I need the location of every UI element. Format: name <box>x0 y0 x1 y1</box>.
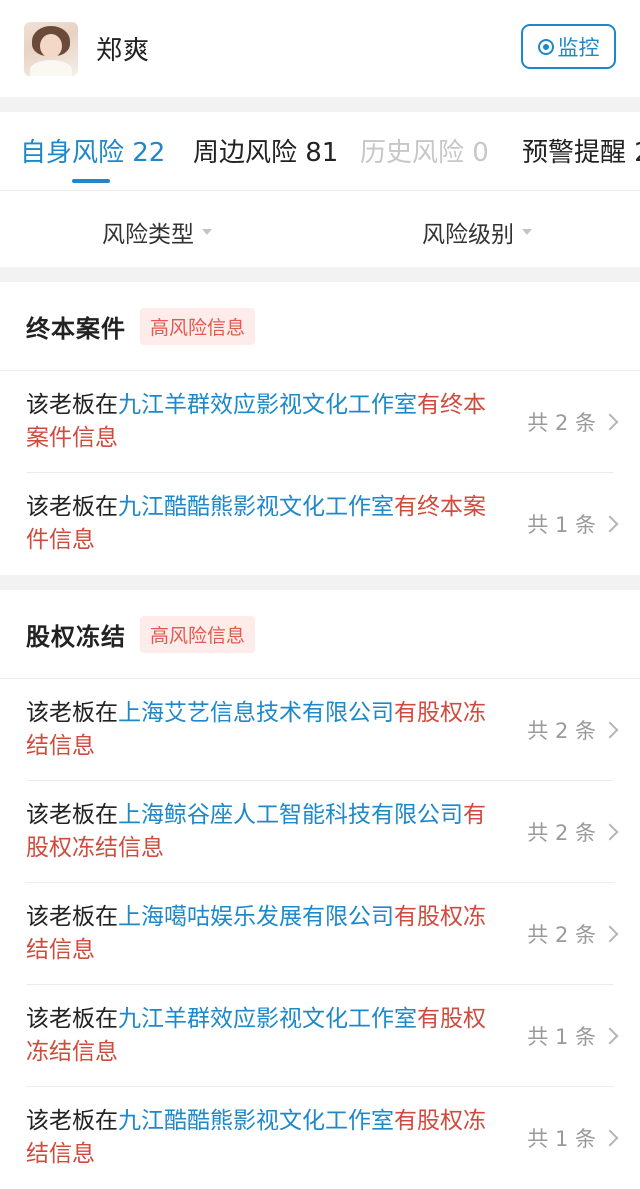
filter-bar: 风险类型 风险级别 <box>0 191 640 267</box>
company-link[interactable]: 九江羊群效应影视文化工作室 <box>118 1006 417 1032</box>
risk-description: 该老板在九江酷酷熊影视文化工作室有股权冻结信息 <box>26 1108 486 1167</box>
risk-tabs: 自身风险 22 周边风险 81 历史风险 0 预警提醒 2 <box>0 112 640 191</box>
chevron-right-icon <box>601 925 619 943</box>
record-count: 共 2 条 <box>527 919 619 949</box>
section-title: 终本案件 <box>26 314 126 343</box>
company-link[interactable]: 九江羊群效应影视文化工作室 <box>118 392 417 418</box>
record-count: 共 2 条 <box>527 715 619 745</box>
chevron-right-icon <box>601 1129 619 1147</box>
risk-description: 该老板在上海噶咕娱乐发展有限公司有股权冻结信息 <box>26 904 486 963</box>
company-link[interactable]: 九江酷酷熊影视文化工作室 <box>118 1108 394 1134</box>
section-title: 股权冻结 <box>26 622 126 651</box>
high-risk-badge: 高风险信息 <box>140 307 256 345</box>
chevron-right-icon <box>601 1027 619 1045</box>
list-item[interactable]: 该老板在九江酷酷熊影视文化工作室有股权冻结信息 共 1 条 <box>0 1087 640 1189</box>
profile-header: 郑爽 监控 <box>0 0 640 97</box>
section-gap <box>0 97 640 112</box>
tab-history-risk[interactable]: 历史风险 0 <box>360 132 489 169</box>
risk-description: 该老板在上海艾艺信息技术有限公司有股权冻结信息 <box>26 700 486 759</box>
risk-description: 该老板在九江羊群效应影视文化工作室有股权冻结信息 <box>26 1006 486 1065</box>
risk-description: 该老板在九江羊群效应影视文化工作室有终本案件信息 <box>26 392 486 451</box>
monitor-button[interactable]: 监控 <box>521 24 616 69</box>
risk-description: 该老板在上海鲸谷座人工智能科技有限公司有股权冻结信息 <box>26 802 486 861</box>
record-count: 共 2 条 <box>527 817 619 847</box>
tab-warning[interactable]: 预警提醒 2 <box>522 132 640 169</box>
company-link[interactable]: 上海鲸谷座人工智能科技有限公司 <box>118 802 463 828</box>
caret-down-icon <box>522 229 532 235</box>
chevron-right-icon <box>601 721 619 739</box>
section-header-final-case: 终本案件 高风险信息 <box>0 282 640 371</box>
company-link[interactable]: 九江酷酷熊影视文化工作室 <box>118 494 394 520</box>
section-gap <box>0 267 640 282</box>
list-item[interactable]: 该老板在上海噶咕娱乐发展有限公司有股权冻结信息 共 2 条 <box>0 883 640 985</box>
monitor-label: 监控 <box>557 35 600 60</box>
section-gap <box>0 575 640 590</box>
record-count: 共 1 条 <box>527 1021 619 1051</box>
chevron-right-icon <box>601 823 619 841</box>
risk-description: 该老板在九江酷酷熊影视文化工作室有终本案件信息 <box>26 494 486 553</box>
risk-level-label: 风险级别 <box>422 222 514 248</box>
risk-level-dropdown[interactable]: 风险级别 <box>422 215 532 249</box>
risk-type-label: 风险类型 <box>102 222 194 248</box>
record-count: 共 2 条 <box>527 407 619 437</box>
chevron-right-icon <box>601 515 619 533</box>
company-link[interactable]: 上海噶咕娱乐发展有限公司 <box>118 904 394 930</box>
list-item[interactable]: 该老板在上海鲸谷座人工智能科技有限公司有股权冻结信息 共 2 条 <box>0 781 640 883</box>
record-count: 共 1 条 <box>527 1123 619 1153</box>
monitor-icon <box>537 38 554 55</box>
chevron-right-icon <box>601 413 619 431</box>
list-item[interactable]: 该老板在上海艾艺信息技术有限公司有股权冻结信息 共 2 条 <box>0 679 640 781</box>
tab-own-risk[interactable]: 自身风险 22 <box>20 132 165 169</box>
caret-down-icon <box>202 229 212 235</box>
tab-surrounding-risk[interactable]: 周边风险 81 <box>193 132 338 169</box>
section-header-equity-freeze: 股权冻结 高风险信息 <box>0 590 640 679</box>
active-tab-indicator <box>72 179 110 183</box>
avatar-face <box>40 33 62 58</box>
list-item[interactable]: 该老板在九江羊群效应影视文化工作室有终本案件信息 共 2 条 <box>0 371 640 473</box>
high-risk-badge: 高风险信息 <box>140 615 256 653</box>
avatar-body <box>30 59 72 76</box>
risk-type-dropdown[interactable]: 风险类型 <box>102 215 212 249</box>
boss-name: 郑爽 <box>96 36 151 66</box>
company-link[interactable]: 上海艾艺信息技术有限公司 <box>118 700 394 726</box>
avatar[interactable] <box>24 21 78 76</box>
record-count: 共 1 条 <box>527 509 619 539</box>
list-item[interactable]: 该老板在九江酷酷熊影视文化工作室有终本案件信息 共 1 条 <box>0 473 640 575</box>
list-item[interactable]: 该老板在九江羊群效应影视文化工作室有股权冻结信息 共 1 条 <box>0 985 640 1087</box>
